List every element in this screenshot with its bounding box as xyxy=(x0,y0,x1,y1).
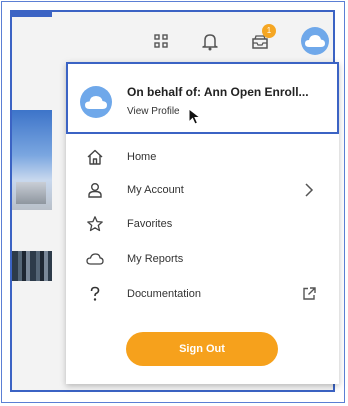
bell-icon[interactable] xyxy=(199,30,221,52)
sign-out-button[interactable]: Sign Out xyxy=(126,332,278,366)
background-image xyxy=(12,110,52,210)
mouse-cursor-icon xyxy=(187,107,205,127)
menu-item-documentation[interactable]: Documentation xyxy=(66,279,339,309)
background-strip xyxy=(12,12,52,17)
cloud-icon xyxy=(86,250,104,268)
menu-item-label: Favorites xyxy=(127,218,173,230)
star-icon xyxy=(86,215,104,233)
menu-item-label: My Account xyxy=(127,184,184,196)
profile-avatar xyxy=(80,86,112,118)
home-icon xyxy=(86,148,104,166)
question-icon xyxy=(86,285,104,303)
profile-name: On behalf of: Ann Open Enroll... xyxy=(127,85,309,99)
external-link-icon xyxy=(301,285,317,303)
menu-item-my-reports[interactable]: My Reports xyxy=(66,244,339,274)
menu-item-my-account[interactable]: My Account xyxy=(66,175,339,205)
menu-item-label: My Reports xyxy=(127,253,184,265)
menu-item-favorites[interactable]: Favorites xyxy=(66,209,339,239)
chevron-right-icon xyxy=(301,181,317,199)
view-profile-link[interactable]: View Profile xyxy=(127,106,180,117)
menu-item-home[interactable]: Home xyxy=(66,142,339,172)
user-avatar[interactable] xyxy=(301,27,329,55)
profile-card[interactable]: On behalf of: Ann Open Enroll... View Pr… xyxy=(66,62,339,134)
account-menu: On behalf of: Ann Open Enroll... View Pr… xyxy=(66,62,339,384)
background-image-strip xyxy=(12,251,52,281)
person-icon xyxy=(86,181,104,199)
menu-item-label: Documentation xyxy=(127,288,201,300)
menu-item-label: Home xyxy=(127,151,157,163)
apps-grid-icon[interactable] xyxy=(150,30,172,52)
notification-badge: 1 xyxy=(262,24,276,38)
